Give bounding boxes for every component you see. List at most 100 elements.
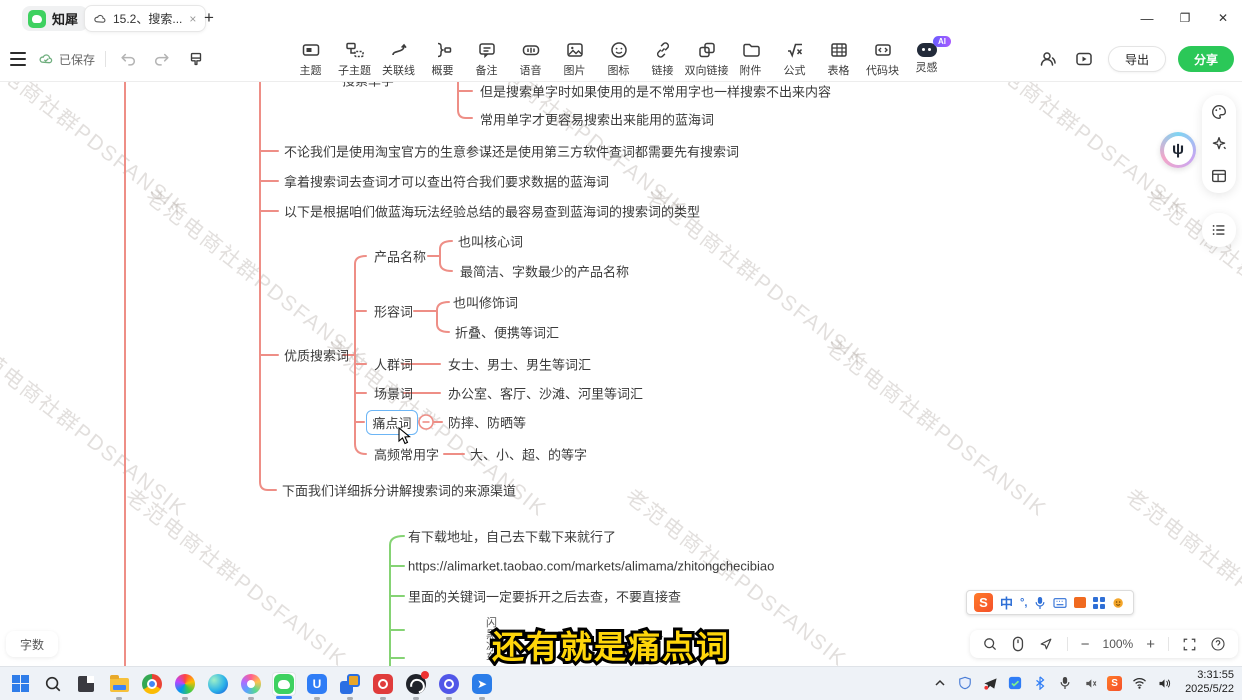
mindmap-node[interactable]: 办公室、客厅、沙滩、河里等词汇 <box>448 384 643 403</box>
tool-relation-line[interactable]: 关联线 <box>382 40 415 78</box>
tool-attachment[interactable]: 附件 <box>734 40 767 78</box>
browser-360-icon[interactable] <box>173 672 197 696</box>
wifi-icon[interactable] <box>1131 675 1147 691</box>
pan-mode-icon[interactable] <box>1038 636 1054 652</box>
new-tab-button[interactable]: + <box>198 5 220 31</box>
tool-subtopic[interactable]: 子主题 <box>338 40 371 78</box>
taskbar-clock[interactable]: 3:31:55 2025/5/22 <box>1181 669 1234 697</box>
mouse-mode-icon[interactable] <box>1011 636 1025 652</box>
start-button[interactable] <box>8 672 32 696</box>
mindmap-node[interactable]: 也叫修饰词 <box>453 293 518 312</box>
volume-icon[interactable] <box>1156 675 1172 691</box>
tool-code-block[interactable]: 代码块 <box>866 40 899 78</box>
tool-table[interactable]: 表格 <box>822 40 855 78</box>
mindmap-node[interactable]: 但是搜索单字时如果使用的是不常用字也一样搜索不出来内容 <box>480 82 831 101</box>
mindmap-node[interactable]: 防摔、防晒等 <box>448 413 526 432</box>
colorful-app-icon[interactable] <box>239 672 263 696</box>
restore-button[interactable]: ❐ <box>1166 0 1204 36</box>
mindmap-node[interactable]: 最简洁、字数最少的产品名称 <box>460 262 629 281</box>
mindmap-node[interactable]: 以下是根据咱们做蓝海玩法经验总结的最容易查到蓝海词的搜索词的类型 <box>284 202 700 221</box>
bluetooth-icon[interactable] <box>1032 675 1048 691</box>
tool-formula[interactable]: 公式 <box>778 40 811 78</box>
app-home-tab[interactable]: 知犀 <box>22 6 88 31</box>
tool-image[interactable]: 图片 <box>558 40 591 78</box>
outline-list-icon[interactable] <box>1210 221 1228 239</box>
tool-bidirectional-link[interactable]: 双向链接 <box>690 40 723 78</box>
taskbar-search-icon[interactable] <box>41 672 65 696</box>
word-count-box[interactable]: 字数 <box>6 631 58 657</box>
tool-topic[interactable]: 主题 <box>294 40 327 78</box>
security-shield-icon[interactable] <box>957 675 973 691</box>
tool-note[interactable]: 备注 <box>470 40 503 78</box>
format-painter-button[interactable] <box>184 47 208 71</box>
document-tab[interactable]: 15.2、搜索... × <box>84 5 206 32</box>
menu-button[interactable] <box>8 50 28 68</box>
tray-expand-chevron-icon[interactable] <box>932 675 948 691</box>
close-button[interactable]: ✕ <box>1204 0 1242 36</box>
snipping-tool-icon[interactable] <box>74 672 98 696</box>
app-u-icon[interactable]: U <box>305 672 329 696</box>
mindmap-node[interactable]: 高频常用字 <box>374 445 439 464</box>
plane-app-icon[interactable]: ➤ <box>470 672 494 696</box>
mindmap-node[interactable]: 产品名称 <box>374 247 426 266</box>
chrome-icon[interactable] <box>140 672 164 696</box>
mindmap-node[interactable]: 折叠、便携等词汇 <box>455 323 559 342</box>
zoom-out-button[interactable]: − <box>1081 636 1090 653</box>
mindmap-node[interactable]: 不论我们是使用淘宝官方的生意参谋还是使用第三方软件查词都需要先有搜索词 <box>284 142 739 161</box>
layout-icon[interactable] <box>1210 167 1228 185</box>
mindmap-node[interactable]: 人群词 <box>374 355 413 374</box>
tool-link[interactable]: 链接 <box>646 40 679 78</box>
search-icon[interactable] <box>982 636 998 652</box>
telegram-icon[interactable] <box>982 675 998 691</box>
tool-icon[interactable]: 图标 <box>602 40 635 78</box>
mindmap-node[interactable]: 优质搜索词 <box>284 346 349 365</box>
microphone-icon[interactable] <box>1057 675 1073 691</box>
obs-icon[interactable] <box>404 672 428 696</box>
mindmap-node[interactable]: 拿着搜索词去查词才可以查出符合我们要求数据的蓝海词 <box>284 172 609 191</box>
mindmap-node[interactable]: 也叫核心词 <box>458 232 523 251</box>
mindmap-node[interactable]: 里面的关键词一定要拆开之后去查，不要直接查 <box>408 587 681 606</box>
ime-mic-icon[interactable] <box>1034 596 1046 610</box>
video-tutorial-icon[interactable] <box>1072 47 1096 71</box>
redo-button[interactable] <box>150 47 174 71</box>
ime-toolbox-icon[interactable] <box>1093 597 1105 609</box>
mindmap-node-partial[interactable]: 搜索单字 <box>342 82 394 90</box>
circle-app-icon[interactable] <box>437 672 461 696</box>
tool-summary[interactable]: 概要 <box>426 40 459 78</box>
file-explorer-icon[interactable] <box>107 672 131 696</box>
overlapping-windows-app-icon[interactable] <box>338 672 362 696</box>
zoom-in-button[interactable]: + <box>1146 636 1155 653</box>
mindmap-node[interactable]: 形容词 <box>374 302 413 321</box>
mindmap-node[interactable]: https://alimarket.taobao.com/markets/ali… <box>408 559 774 574</box>
ime-mode-toggle[interactable]: 中 <box>1000 593 1013 612</box>
help-icon[interactable] <box>1210 636 1226 652</box>
fit-screen-icon[interactable] <box>1182 637 1197 652</box>
assistant-floating-button[interactable]: ψ <box>1160 132 1196 168</box>
mindmap-node[interactable]: 女士、男士、男生等词汇 <box>448 355 591 374</box>
sogou-logo-icon[interactable]: S <box>974 593 993 612</box>
ime-toolbar[interactable]: S 中 °, <box>966 590 1134 615</box>
ime-punctuation-toggle[interactable]: °, <box>1020 597 1027 609</box>
ime-emoji-icon[interactable] <box>1112 597 1126 609</box>
undo-button[interactable] <box>116 47 140 71</box>
mindmap-node[interactable]: 有下载地址，自己去下载下来就行了 <box>408 527 616 546</box>
export-button[interactable]: 导出 <box>1108 46 1166 72</box>
tool-voice[interactable]: 语音 <box>514 40 547 78</box>
collaborate-icon[interactable] <box>1036 47 1060 71</box>
mindmap-node[interactable]: 常用单字才更容易搜索出来能用的蓝海词 <box>480 110 714 129</box>
updater-check-icon[interactable] <box>1007 675 1023 691</box>
palette-icon[interactable] <box>1210 103 1228 121</box>
close-tab-icon[interactable]: × <box>188 12 197 26</box>
tool-inspiration[interactable]: AI 灵感 <box>910 40 943 78</box>
red-record-app-icon[interactable] <box>371 672 395 696</box>
mindmap-node[interactable]: 场景词 <box>374 384 413 403</box>
ime-keyboard-icon[interactable] <box>1053 597 1067 609</box>
zhixi-app-icon[interactable] <box>272 672 296 696</box>
magic-wand-icon[interactable] <box>1210 135 1228 153</box>
ime-skin-icon[interactable] <box>1074 597 1086 608</box>
edge-icon[interactable] <box>206 672 230 696</box>
minimize-button[interactable]: — <box>1128 0 1166 36</box>
audio-device-icon[interactable] <box>1082 675 1098 691</box>
mindmap-canvas[interactable]: 老范电商社群PDSFANSIK 老范电商社群PDSFANSIK 老范电商社群PD… <box>0 82 1242 666</box>
tray-sogou-icon[interactable]: S <box>1107 676 1122 691</box>
